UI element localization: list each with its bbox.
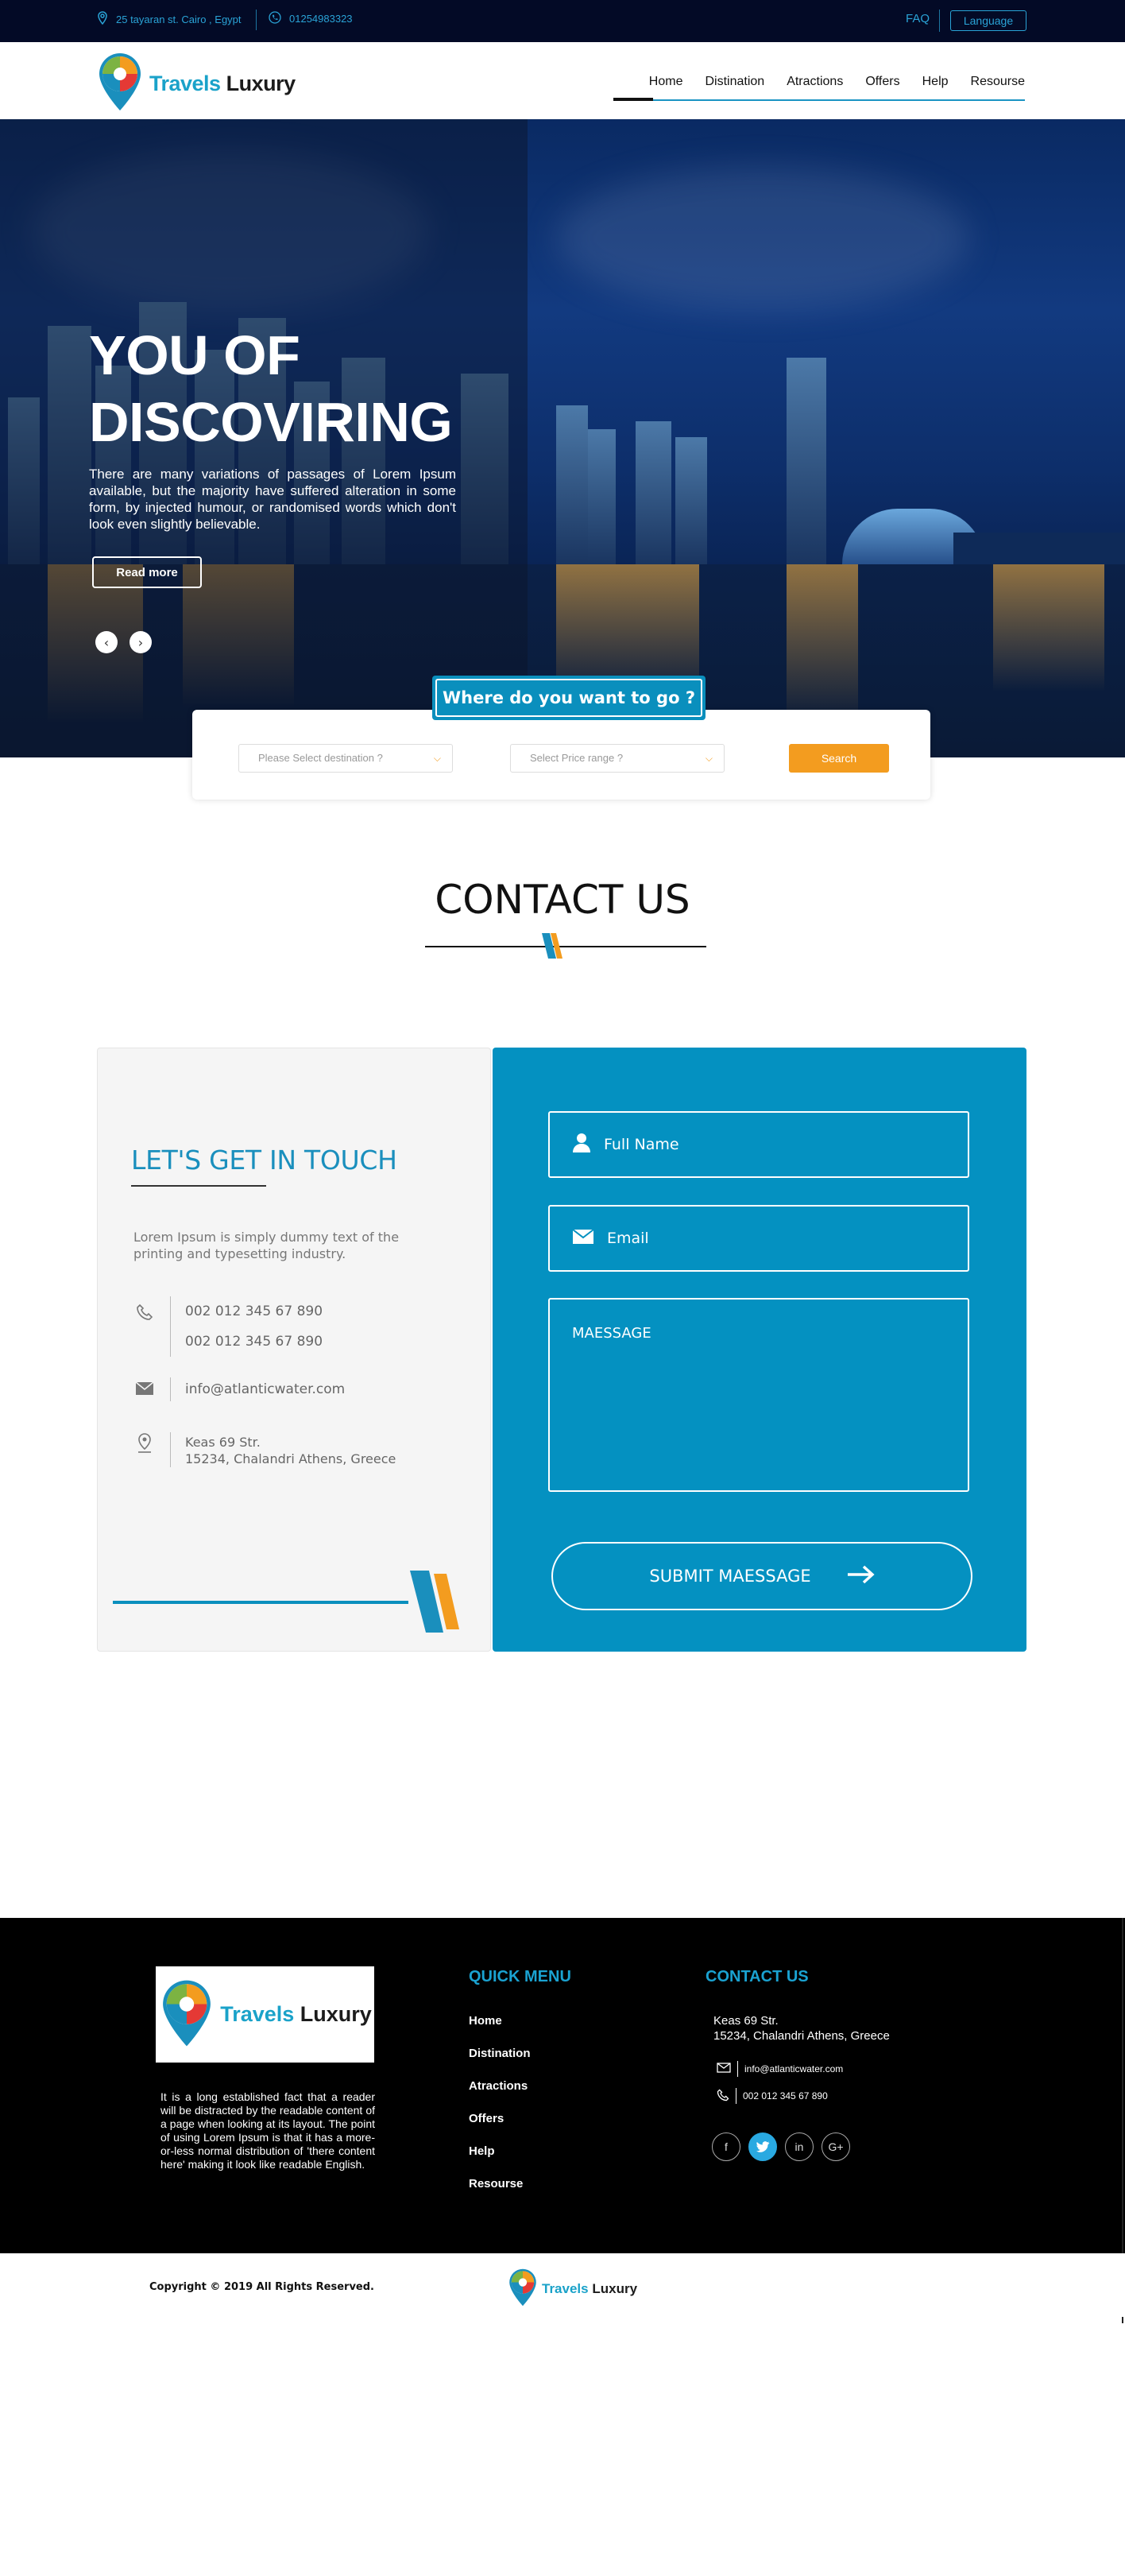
message-field[interactable]: MAESSAGE bbox=[548, 1298, 969, 1492]
building bbox=[787, 358, 826, 564]
nav-distination[interactable]: Distination bbox=[694, 72, 775, 101]
email-field[interactable]: Email bbox=[548, 1205, 969, 1272]
phone-icon bbox=[269, 11, 281, 26]
nav-help[interactable]: Help bbox=[911, 72, 960, 101]
brand-name: Travels Luxury bbox=[149, 71, 296, 95]
card-accent-bar bbox=[113, 1601, 408, 1604]
brand-name: Travels Luxury bbox=[542, 2281, 638, 2296]
cloud bbox=[556, 167, 969, 310]
slash-mark-icon bbox=[408, 1569, 470, 1637]
section-title: CONTACT US bbox=[435, 877, 690, 923]
address-text: Keas 69 Str. 15234, Chalandri Athens, Gre… bbox=[185, 1435, 396, 1466]
phone-icon bbox=[717, 2089, 729, 2104]
footer-about-text: It is a long established fact that a rea… bbox=[160, 2090, 375, 2171]
price-select[interactable]: Select Price range ? ⌵ bbox=[510, 744, 725, 773]
touch-title: LET'S GET IN TOUCH bbox=[131, 1145, 397, 1176]
divider bbox=[170, 1296, 171, 1357]
logo-pin-icon bbox=[507, 2267, 539, 2311]
footer-link-distination[interactable]: Distination bbox=[469, 2047, 531, 2079]
main-nav: Home Distination Atractions Offers Help … bbox=[638, 72, 1025, 101]
building bbox=[636, 421, 671, 564]
read-more-button[interactable]: Read more bbox=[92, 556, 202, 588]
address-text: 25 tayaran st. Cairo , Egypt bbox=[116, 14, 242, 25]
light-reflection bbox=[993, 564, 1104, 691]
footer-link-home[interactable]: Home bbox=[469, 2014, 531, 2047]
nav-atractions[interactable]: Atractions bbox=[775, 72, 854, 101]
bottom-logo[interactable]: Travels Luxury bbox=[507, 2267, 637, 2311]
quick-menu-title: QUICK MENU bbox=[469, 1968, 571, 1985]
full-name-field[interactable]: Full Name bbox=[548, 1111, 969, 1178]
slider-prev-button[interactable]: ‹ bbox=[95, 631, 118, 653]
copyright-text: Copyright © 2019 All Rights Reserved. bbox=[149, 2281, 374, 2293]
slider-next-button[interactable]: › bbox=[130, 631, 152, 653]
divider bbox=[737, 2061, 738, 2077]
footer-link-atractions[interactable]: Atractions bbox=[469, 2079, 531, 2112]
slash-mark-icon bbox=[540, 932, 567, 963]
mail-icon bbox=[133, 1377, 156, 1400]
submit-message-button[interactable]: SUBMIT MAESSAGE bbox=[551, 1542, 972, 1610]
hero-title: YOU OF DISCOVIRING bbox=[89, 324, 453, 453]
brand-name: Travels Luxury bbox=[220, 2002, 372, 2026]
faq-link[interactable]: FAQ bbox=[906, 12, 930, 25]
email-text[interactable]: info@atlanticwater.com bbox=[185, 1377, 345, 1401]
google-plus-icon[interactable]: G+ bbox=[822, 2132, 850, 2161]
contact-address: Keas 69 Str. 15234, Chalandri Athens, Gre… bbox=[133, 1432, 396, 1467]
logo-pin-icon bbox=[95, 50, 145, 117]
language-button[interactable]: Language bbox=[950, 10, 1026, 31]
destination-select[interactable]: Please Select destination ? ⌵ bbox=[238, 744, 453, 773]
touch-description: Lorem Ipsum is simply dummy text of the … bbox=[133, 1230, 400, 1261]
quick-menu: Home Distination Atractions Offers Help … bbox=[469, 2014, 531, 2210]
divider bbox=[939, 10, 940, 32]
building bbox=[556, 405, 588, 564]
chevron-down-icon: ⌵ bbox=[433, 753, 441, 764]
footer-contact-title: CONTACT US bbox=[706, 1968, 809, 1985]
hero-text: There are many variations of passages of… bbox=[89, 467, 456, 532]
nav-offers[interactable]: Offers bbox=[854, 72, 910, 101]
footer-link-offers[interactable]: Offers bbox=[469, 2112, 531, 2144]
contact-email: info@atlanticwater.com bbox=[133, 1377, 345, 1401]
nav-active-indicator bbox=[613, 98, 653, 101]
boats bbox=[953, 533, 1125, 564]
building bbox=[675, 437, 707, 564]
top-bar: 25 tayaran st. Cairo , Egypt 01254983323… bbox=[0, 0, 1125, 42]
logo-pin-icon bbox=[158, 1977, 215, 2053]
user-icon bbox=[572, 1133, 591, 1157]
address-info: 25 tayaran st. Cairo , Egypt bbox=[97, 11, 242, 28]
footer-phone: 002 012 345 67 890 bbox=[717, 2088, 828, 2104]
twitter-icon[interactable] bbox=[748, 2132, 777, 2161]
contact-phones: 002 012 345 67 890 002 012 345 67 890 bbox=[133, 1296, 323, 1357]
location-pin-icon bbox=[97, 11, 108, 28]
footer-email: info@atlanticwater.com bbox=[717, 2061, 843, 2077]
footer-link-help[interactable]: Help bbox=[469, 2144, 531, 2177]
phone-numbers: 002 012 345 67 890 002 012 345 67 890 bbox=[185, 1303, 323, 1350]
arrow-right-icon bbox=[846, 1564, 875, 1589]
phone-icon bbox=[133, 1301, 156, 1323]
chevron-down-icon: ⌵ bbox=[705, 753, 713, 764]
header: Travels Luxury Home Distination Atractio… bbox=[0, 42, 1125, 119]
logo[interactable]: Travels Luxury bbox=[95, 50, 296, 117]
nav-home[interactable]: Home bbox=[638, 72, 694, 101]
linkedin-icon[interactable]: in bbox=[785, 2132, 814, 2161]
nav-resourse[interactable]: Resourse bbox=[960, 72, 1025, 101]
location-pin-icon bbox=[133, 1432, 156, 1455]
mail-icon bbox=[717, 2063, 731, 2075]
social-links: f in G+ bbox=[712, 2132, 850, 2161]
divider bbox=[256, 10, 257, 30]
facebook-icon[interactable]: f bbox=[712, 2132, 740, 2161]
phone-info: 01254983323 bbox=[269, 11, 353, 26]
building bbox=[588, 429, 616, 564]
footer-logo[interactable]: Travels Luxury bbox=[156, 1966, 374, 2063]
touch-underline bbox=[131, 1185, 266, 1187]
mail-icon bbox=[572, 1228, 594, 1249]
hero-slider: YOU OF DISCOVIRING There are many variati… bbox=[0, 119, 1125, 757]
footer-link-resourse[interactable]: Resourse bbox=[469, 2177, 531, 2210]
light-reflection bbox=[787, 564, 858, 723]
divider bbox=[170, 1432, 171, 1467]
footer-address: Keas 69 Str. 15234, Chalandri Athens, Gre… bbox=[713, 2014, 890, 2043]
nav-underline bbox=[613, 99, 1025, 101]
search-heading: Where do you want to go ? bbox=[432, 676, 706, 720]
phone-text: 01254983323 bbox=[289, 13, 353, 25]
search-button[interactable]: Search bbox=[789, 744, 889, 773]
divider bbox=[170, 1377, 171, 1401]
